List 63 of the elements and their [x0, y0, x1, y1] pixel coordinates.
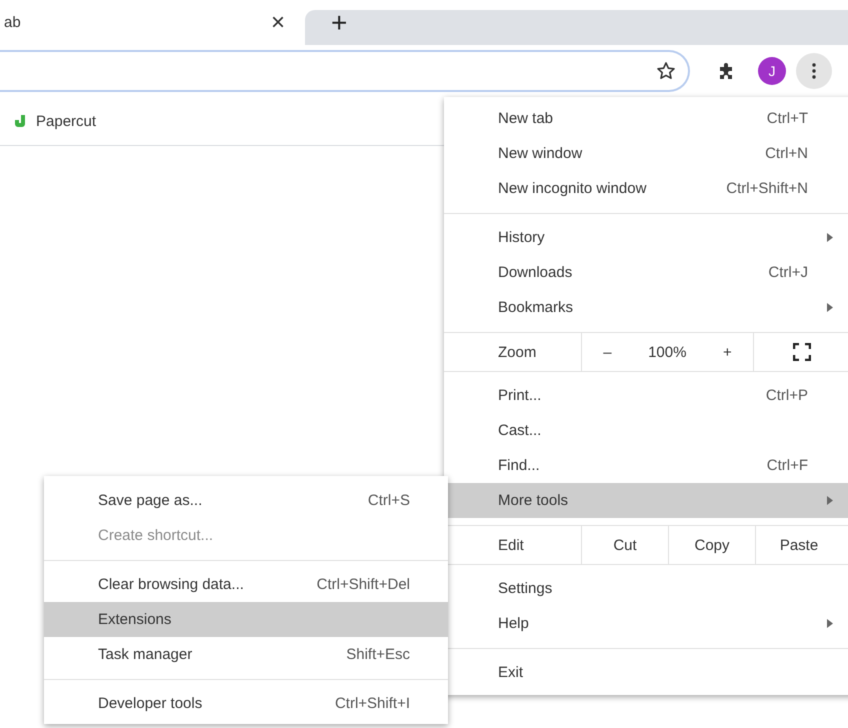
tab-title: ab [4, 14, 21, 31]
menu-item-label: Zoom [497, 342, 538, 362]
submenu-arrow-icon [827, 303, 833, 312]
menu-item-label: New window [498, 145, 584, 162]
shortcut-text: Ctrl+Shift+N [726, 180, 808, 197]
menu-item[interactable]: Downloads Ctrl+J [444, 255, 848, 290]
close-tab-button[interactable]: × [264, 10, 291, 34]
zoom-in-button[interactable]: + [716, 344, 738, 360]
edit-action-button[interactable]: Copy [668, 526, 755, 564]
shortcut-text: Ctrl+J [768, 264, 808, 281]
menu-item[interactable]: Bookmarks [444, 290, 848, 325]
menu-item-label: Create shortcut... [98, 527, 214, 544]
menu-item-label: Save page as... [98, 492, 204, 509]
shortcut-text: Ctrl+S [368, 492, 410, 509]
shortcut-text: Ctrl+T [766, 110, 808, 127]
menu-item[interactable]: Find... Ctrl+F [444, 448, 848, 483]
menu-item[interactable]: Print... Ctrl+P [444, 378, 848, 413]
menu-item[interactable]: Extensions [44, 602, 448, 637]
bookmark-icon [15, 115, 25, 127]
zoom-level: 100% [648, 344, 686, 360]
shortcut-text: Ctrl+N [765, 145, 808, 162]
bookmark-item[interactable]: Papercut [0, 112, 96, 130]
star-icon[interactable] [656, 61, 676, 81]
menu-item[interactable]: History [444, 220, 848, 255]
menu-item-label: Downloads [498, 264, 574, 281]
zoom-out-button[interactable]: – [597, 344, 618, 360]
menu-item-label: Clear browsing data... [98, 576, 245, 593]
menu-item-label: Print... [498, 387, 542, 404]
menu-item-label: History [498, 229, 546, 246]
menu-item[interactable]: New tab Ctrl+T [444, 101, 848, 136]
menu-item-label: Task manager [98, 646, 194, 663]
menu-item-label: Help [498, 615, 530, 632]
menu-item-label: New tab [498, 110, 554, 127]
menu-item-label: Exit [498, 664, 524, 681]
shortcut-text: Ctrl+Shift+I [334, 695, 410, 712]
fullscreen-icon[interactable] [793, 343, 811, 361]
submenu-arrow-icon [827, 233, 833, 242]
menu-icon [812, 63, 816, 79]
menu-item[interactable]: Cast... [444, 413, 848, 448]
menu-item-label: More tools [498, 492, 570, 509]
submenu-arrow-icon [827, 496, 833, 505]
shortcut-text: Shift+Esc [346, 646, 410, 663]
menu-item[interactable]: New window Ctrl+N [444, 136, 848, 171]
menu-item-label: Find... [498, 457, 541, 474]
menu-item-label: Cast... [498, 422, 542, 439]
avatar-button[interactable]: J [758, 57, 786, 85]
shortcut-text: Ctrl+P [766, 387, 808, 404]
menu-button[interactable] [796, 53, 832, 89]
menu-item-label: Settings [498, 580, 554, 597]
menu-item-label: Bookmarks [498, 299, 574, 316]
new-tab-button[interactable]: + [327, 8, 352, 36]
submenu-arrow-icon [827, 619, 833, 628]
shortcut-text: Ctrl+Shift+Del [316, 576, 410, 593]
browser-tab[interactable]: ab × [0, 0, 305, 45]
shortcut-text: Ctrl+F [766, 457, 808, 474]
menu-item-label: Extensions [98, 611, 172, 628]
menu-item-label: Edit [497, 536, 525, 556]
menu-item[interactable]: Save page as... Ctrl+S [44, 483, 448, 518]
edit-action-button[interactable]: Cut [581, 526, 668, 564]
menu-item-label: New incognito window [498, 180, 648, 197]
menu-item[interactable]: New incognito window Ctrl+Shift+N [444, 171, 848, 206]
menu-item-label: Developer tools [98, 695, 204, 712]
edit-action-button[interactable]: Paste [755, 526, 842, 564]
